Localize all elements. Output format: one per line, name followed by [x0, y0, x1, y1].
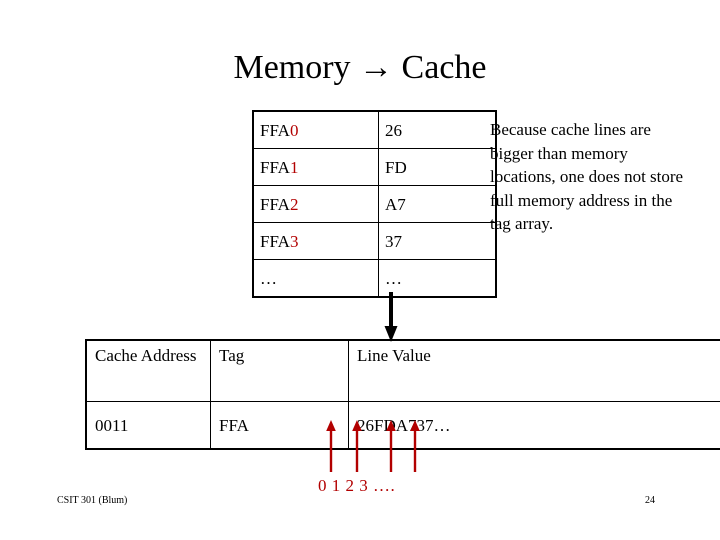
- memory-address-prefix: FFA: [260, 120, 290, 140]
- table-row: FFA1 FD: [252, 148, 497, 186]
- memory-address-cell: …: [252, 259, 379, 298]
- explanation-text: Because cache lines are bigger than memo…: [490, 120, 684, 233]
- table-row: FFA0 26: [252, 110, 497, 149]
- memory-address-prefix: FFA: [260, 157, 290, 177]
- table-row: FFA3 37: [252, 222, 497, 260]
- offset-arrows-icon: [326, 420, 420, 472]
- down-arrow-icon: [384, 292, 398, 342]
- offset-labels: 0 1 2 3 ….: [318, 476, 396, 495]
- column-header-cache-address: Cache Address: [85, 339, 211, 402]
- memory-address-prefix: FFA: [260, 231, 290, 251]
- table-row: … …: [252, 259, 497, 298]
- memory-table: FFA0 26 FFA1 FD FFA2 A7 FFA3 37 … …: [252, 110, 497, 298]
- footer-page-number: 24: [645, 495, 655, 506]
- memory-address-cell: FFA2: [252, 185, 379, 223]
- memory-value-cell: FD: [378, 148, 497, 186]
- memory-address-offset: 0: [289, 120, 299, 140]
- cell-cache-address: 0011: [85, 401, 211, 450]
- memory-value-cell: 26: [378, 110, 497, 149]
- slide-canvas: Memory → Cache FFA0 26 FFA1 FD FFA2 A7 F…: [0, 0, 720, 540]
- page-title: Memory → Cache: [233, 49, 487, 86]
- memory-address-cell: FFA1: [252, 148, 379, 186]
- memory-value-cell: A7: [378, 185, 497, 223]
- memory-address-offset: 3: [289, 231, 299, 251]
- memory-address-offset: 1: [289, 157, 299, 177]
- table-row: FFA2 A7: [252, 185, 497, 223]
- memory-address-prefix: FFA: [260, 194, 290, 214]
- memory-address-cell: FFA3: [252, 222, 379, 260]
- column-header-line-value: Line Value: [348, 339, 720, 402]
- footer-course-label: CSIT 301 (Blum): [57, 495, 128, 506]
- memory-address-cell: FFA0: [252, 110, 379, 149]
- memory-address-offset: 2: [289, 194, 299, 214]
- memory-address-prefix: …: [260, 268, 277, 288]
- memory-value-cell: 37: [378, 222, 497, 260]
- table-header-row: Cache Address Tag Line Value: [85, 339, 720, 402]
- column-header-tag: Tag: [210, 339, 349, 402]
